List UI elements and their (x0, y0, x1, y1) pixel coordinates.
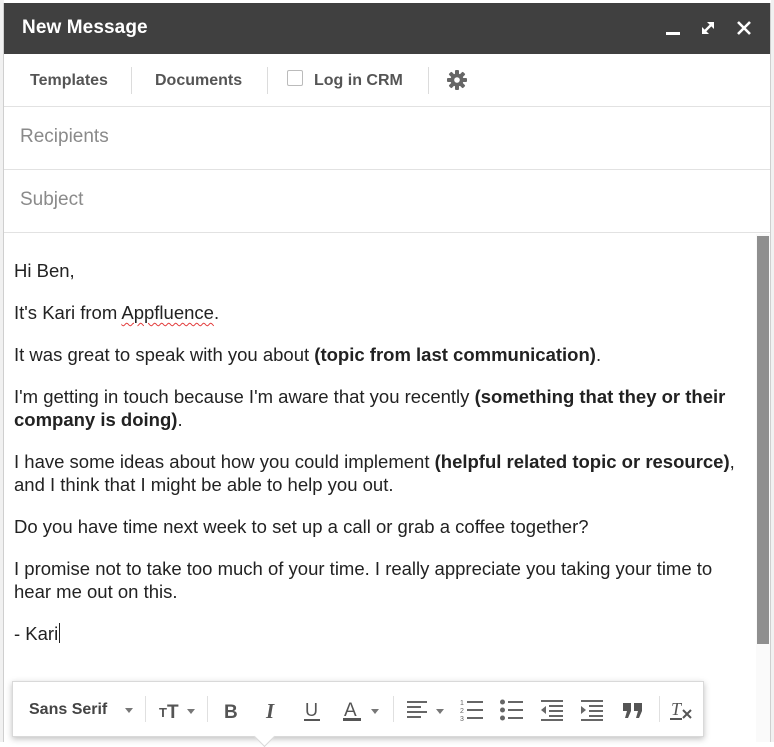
indent-more-icon[interactable] (579, 698, 605, 722)
expand-icon[interactable] (695, 15, 721, 41)
body-paragraph: It was great to speak with you about (to… (14, 344, 602, 365)
toolbar-divider (393, 696, 394, 722)
svg-text:1: 1 (460, 700, 464, 707)
body-paragraph: Do you have time next week to set up a c… (14, 516, 589, 537)
compose-toolbar: Templates Documents Log in CRM (4, 54, 770, 107)
svg-text:3: 3 (460, 716, 464, 722)
svg-text:B: B (224, 702, 238, 722)
svg-text:A: A (344, 700, 357, 721)
log-in-crm-label[interactable]: Log in CRM (314, 72, 403, 90)
formatting-toolbar: Sans Serif TT B I U A 123 T (12, 681, 704, 747)
body-greeting: Hi Ben, (14, 260, 75, 281)
remove-formatting-icon[interactable]: T (669, 698, 695, 722)
toolbar-divider (659, 696, 660, 722)
indent-less-icon[interactable] (539, 698, 565, 722)
svg-text:U: U (305, 700, 318, 720)
svg-text:I: I (265, 699, 275, 722)
close-icon[interactable] (731, 15, 757, 41)
bulleted-list-icon[interactable] (499, 698, 525, 722)
subject-input[interactable] (18, 184, 742, 216)
body-paragraph: I'm getting in touch because I'm aware t… (14, 386, 726, 430)
toolbar-divider (131, 67, 132, 94)
message-body[interactable]: Hi Ben, It's Kari from Appfluence. It wa… (14, 259, 739, 664)
body-paragraph: I promise not to take too much of your t… (14, 558, 713, 602)
log-in-crm-checkbox[interactable] (287, 70, 303, 86)
text-cursor (59, 623, 61, 643)
bold-icon[interactable]: B (221, 698, 243, 722)
recipients-input[interactable] (18, 121, 742, 153)
text-color-icon[interactable]: A (341, 698, 381, 722)
toolbar-divider (428, 67, 429, 94)
numbered-list-icon[interactable]: 123 (459, 698, 485, 722)
misspelled-word: Appfluence (121, 302, 214, 323)
svg-text:2: 2 (460, 708, 464, 715)
svg-text:T: T (167, 702, 179, 722)
toolbar-pointer (253, 725, 276, 747)
compose-title-bar[interactable]: New Message (4, 3, 770, 54)
body-signature: - Kari (14, 623, 61, 644)
toolbar-divider (207, 696, 208, 722)
templates-button[interactable]: Templates (30, 72, 108, 90)
text-size-icon[interactable]: TT (157, 698, 197, 722)
svg-text:T: T (159, 705, 167, 720)
documents-button[interactable]: Documents (155, 72, 242, 90)
align-icon[interactable] (405, 698, 447, 722)
font-family-select[interactable]: Sans Serif (29, 701, 107, 719)
svg-text:T: T (671, 699, 683, 719)
underline-icon[interactable]: U (301, 698, 323, 722)
recipients-row (4, 107, 770, 170)
chevron-down-icon[interactable] (125, 708, 133, 713)
toolbar-divider (145, 696, 146, 722)
scrollbar-thumb[interactable] (757, 236, 769, 644)
minimize-icon[interactable] (661, 15, 687, 41)
italic-icon[interactable]: I (261, 698, 283, 722)
window-title: New Message (22, 17, 148, 38)
gear-icon[interactable] (444, 67, 470, 93)
body-scrollbar[interactable] (756, 234, 770, 742)
subject-row (4, 170, 770, 233)
body-paragraph: I have some ideas about how you could im… (14, 451, 735, 495)
toolbar-divider (267, 67, 268, 94)
body-paragraph: It's Kari from Appfluence. (14, 302, 220, 323)
quote-icon[interactable] (621, 698, 647, 722)
